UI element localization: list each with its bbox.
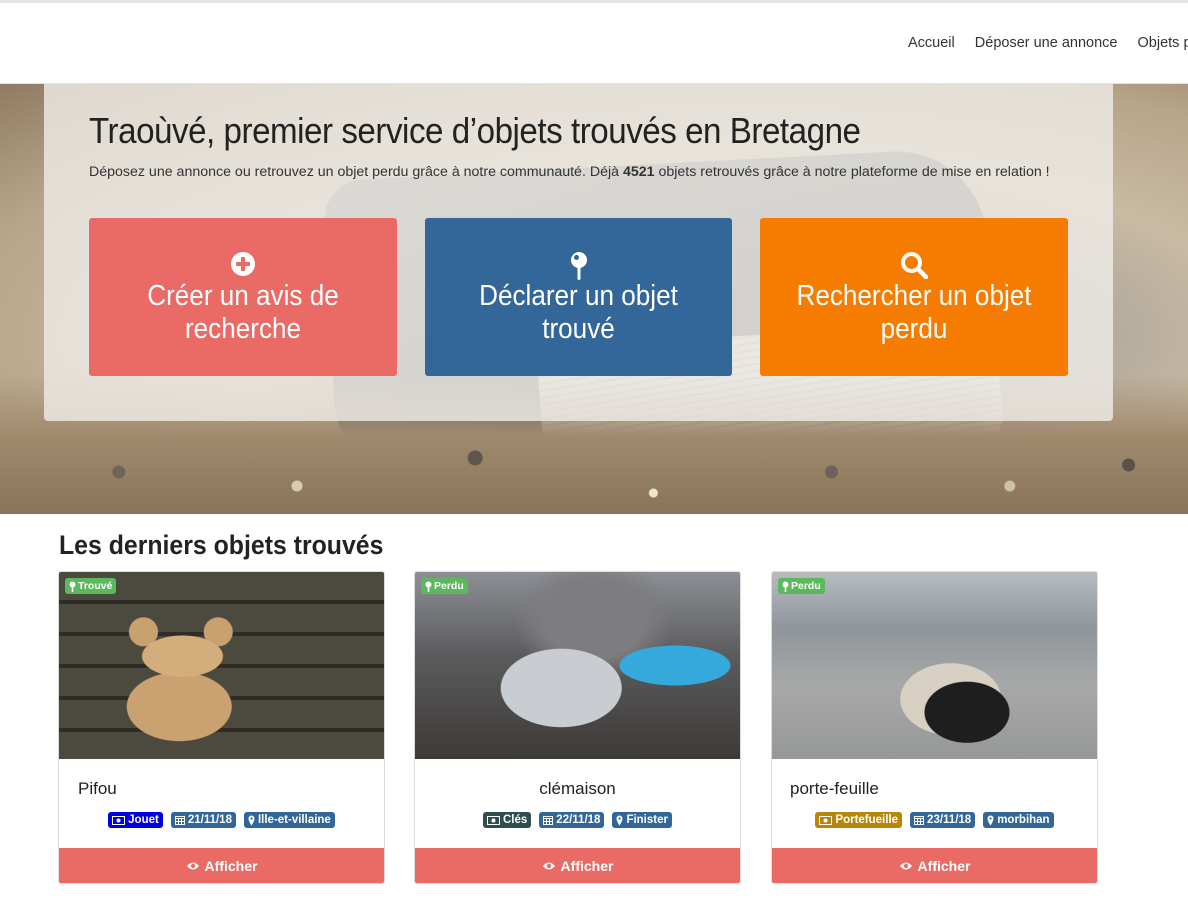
map-pin-icon bbox=[425, 251, 732, 280]
object-name: clémaison bbox=[539, 779, 616, 798]
place-label: Ille-et-villaine bbox=[257, 814, 331, 826]
declare-found-object-label: Déclarer un objet trouvé bbox=[479, 280, 678, 345]
status-label: Perdu bbox=[434, 580, 464, 592]
map-pin-icon bbox=[69, 581, 76, 592]
place-badge: Ille-et-villaine bbox=[243, 812, 335, 828]
object-card: Trouvé Pifou Jouet 21/11/18 Ille-et-vill… bbox=[58, 571, 385, 884]
navbar: Accueil Déposer une annonce Objets p bbox=[0, 3, 1188, 84]
show-button-label: Afficher bbox=[204, 857, 258, 874]
search-lost-object-label: Rechercher un objet perdu bbox=[796, 280, 1032, 345]
eye-icon bbox=[899, 862, 912, 869]
map-marker-icon bbox=[248, 815, 255, 825]
map-marker-icon bbox=[987, 815, 994, 825]
object-tags: Clés 22/11/18 Finister bbox=[415, 812, 740, 828]
status-badge: Perdu bbox=[421, 578, 468, 594]
eye-icon bbox=[186, 862, 199, 869]
category-badge: Jouet bbox=[108, 812, 163, 828]
latest-objects-title: Les derniers objets trouvés bbox=[59, 530, 384, 560]
eye-icon bbox=[542, 862, 555, 869]
object-name: Pifou bbox=[78, 779, 117, 798]
nav-link-deposer[interactable]: Déposer une annonce bbox=[975, 35, 1118, 51]
hero-jumbotron: Traoùvé, premier service d’objets trouvé… bbox=[44, 84, 1113, 421]
status-badge: Trouvé bbox=[65, 578, 117, 594]
declare-found-object-button[interactable]: Déclarer un objet trouvé bbox=[425, 218, 732, 376]
category-label: Clés bbox=[503, 814, 528, 826]
search-lost-object-button[interactable]: Rechercher un objet perdu bbox=[760, 218, 1068, 376]
category-badge: Clés bbox=[483, 812, 532, 828]
map-marker-icon bbox=[616, 815, 623, 825]
calendar-icon bbox=[543, 816, 554, 825]
object-card: Perdu porte-feuille Portefueille 23/11/1… bbox=[771, 571, 1098, 884]
status-label: Trouvé bbox=[78, 580, 113, 592]
object-name: porte-feuille bbox=[790, 779, 879, 798]
nav-link-accueil[interactable]: Accueil bbox=[908, 35, 955, 51]
hero-title: Traoùvé, premier service d’objets trouvé… bbox=[89, 110, 861, 151]
place-badge: morbihan bbox=[983, 812, 1054, 828]
show-button[interactable]: Afficher bbox=[415, 848, 740, 883]
date-label: 22/11/18 bbox=[556, 814, 601, 826]
show-button[interactable]: Afficher bbox=[772, 848, 1097, 883]
hero-intro: Déposez une annonce ou retrouvez un obje… bbox=[89, 161, 1069, 183]
nav-link-objets[interactable]: Objets p bbox=[1138, 35, 1188, 51]
category-label: Jouet bbox=[128, 814, 159, 826]
object-tags: Jouet 21/11/18 Ille-et-villaine bbox=[59, 812, 384, 828]
date-label: 23/11/18 bbox=[927, 814, 972, 826]
map-pin-icon bbox=[425, 581, 432, 592]
date-badge: 23/11/18 bbox=[910, 812, 976, 828]
date-label: 21/11/18 bbox=[187, 814, 232, 826]
status-badge: Perdu bbox=[778, 578, 825, 594]
date-badge: 22/11/18 bbox=[539, 812, 605, 828]
money-icon bbox=[819, 815, 833, 825]
create-search-notice-button[interactable]: Créer un avis de recherche bbox=[89, 218, 397, 376]
money-icon bbox=[487, 815, 500, 825]
category-label: Portefueille bbox=[835, 814, 899, 826]
money-icon bbox=[112, 815, 126, 825]
nav-links: Accueil Déposer une annonce Objets p bbox=[908, 35, 1188, 51]
calendar-icon bbox=[174, 816, 185, 825]
calendar-icon bbox=[914, 816, 925, 825]
place-label: morbihan bbox=[997, 814, 1050, 826]
date-badge: 21/11/18 bbox=[170, 812, 236, 828]
place-label: Finister bbox=[626, 814, 668, 826]
place-badge: Finister bbox=[612, 812, 672, 828]
create-search-notice-label: Créer un avis de recherche bbox=[147, 280, 339, 345]
object-tags: Portefueille 23/11/18 morbihan bbox=[772, 812, 1097, 828]
show-button-label: Afficher bbox=[560, 857, 614, 874]
keys-photo[interactable] bbox=[415, 572, 740, 759]
show-button-label: Afficher bbox=[917, 857, 971, 874]
found-count: 4521 bbox=[622, 164, 655, 180]
wallet-photo[interactable] bbox=[772, 572, 1097, 759]
object-card: Perdu clémaison Clés 22/11/18 Finister A… bbox=[414, 571, 741, 884]
map-pin-icon bbox=[782, 581, 789, 592]
teddy-bear-photo[interactable] bbox=[59, 572, 384, 759]
search-icon bbox=[760, 251, 1068, 279]
hero-intro-after: objets retrouvés grâce à notre plateform… bbox=[654, 164, 1050, 180]
show-button[interactable]: Afficher bbox=[59, 848, 384, 883]
category-badge: Portefueille bbox=[815, 812, 903, 828]
hero-intro-before: Déposez une annonce ou retrouvez un obje… bbox=[89, 164, 623, 180]
status-label: Perdu bbox=[791, 580, 821, 592]
plus-circle-icon bbox=[89, 251, 397, 277]
